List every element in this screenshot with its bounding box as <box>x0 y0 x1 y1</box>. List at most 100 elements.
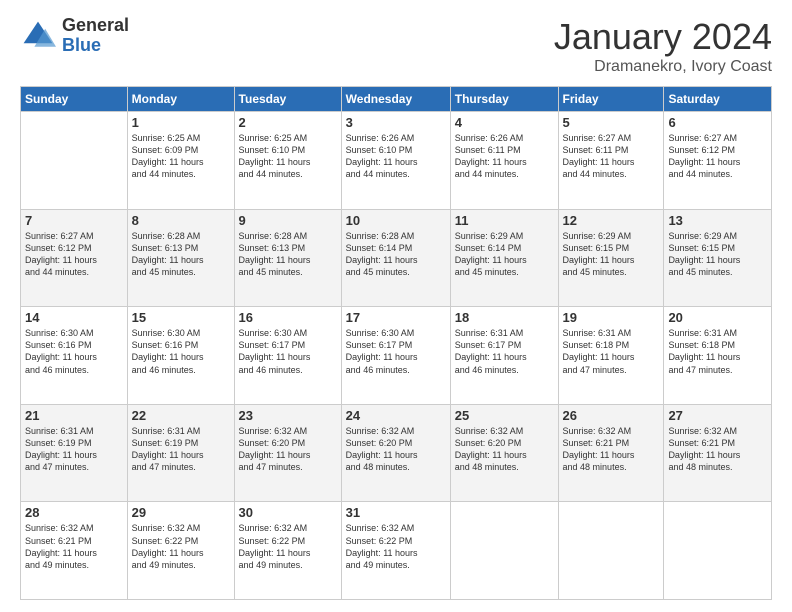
day-number: 24 <box>346 408 446 423</box>
day-cell: 23 Sunrise: 6:32 AMSunset: 6:20 PMDayligh… <box>234 404 341 502</box>
day-number: 19 <box>563 310 660 325</box>
day-info: Sunrise: 6:29 AMSunset: 6:15 PMDaylight:… <box>668 230 767 279</box>
day-number: 6 <box>668 115 767 130</box>
day-cell: 9 Sunrise: 6:28 AMSunset: 6:13 PMDaylight… <box>234 209 341 307</box>
day-number: 22 <box>132 408 230 423</box>
day-number: 18 <box>455 310 554 325</box>
calendar-header: SundayMondayTuesdayWednesdayThursdayFrid… <box>21 87 772 112</box>
day-cell: 15 Sunrise: 6:30 AMSunset: 6:16 PMDayligh… <box>127 307 234 405</box>
day-info: Sunrise: 6:29 AMSunset: 6:14 PMDaylight:… <box>455 230 554 279</box>
title-block: January 2024 Dramanekro, Ivory Coast <box>554 16 772 76</box>
day-number: 21 <box>25 408 123 423</box>
day-cell: 10 Sunrise: 6:28 AMSunset: 6:14 PMDayligh… <box>341 209 450 307</box>
day-cell: 8Sunrise: 6:28 AMSunset: 6:13 PMDaylight… <box>127 209 234 307</box>
day-number: 27 <box>668 408 767 423</box>
day-info: Sunrise: 6:32 AMSunset: 6:20 PMDaylight:… <box>455 425 554 474</box>
header-cell-wednesday: Wednesday <box>341 87 450 112</box>
day-cell: 29Sunrise: 6:32 AMSunset: 6:22 PMDayligh… <box>127 502 234 600</box>
day-cell: 16Sunrise: 6:30 AMSunset: 6:17 PMDayligh… <box>234 307 341 405</box>
day-cell <box>558 502 664 600</box>
day-cell: 13 Sunrise: 6:29 AMSunset: 6:15 PMDayligh… <box>664 209 772 307</box>
day-info: Sunrise: 6:32 AMSunset: 6:21 PMDaylight:… <box>668 425 767 474</box>
day-number: 14 <box>25 310 123 325</box>
day-info: Sunrise: 6:32 AMSunset: 6:20 PMDaylight:… <box>239 425 337 474</box>
logo: General Blue <box>20 16 129 56</box>
header-cell-monday: Monday <box>127 87 234 112</box>
day-cell: 30Sunrise: 6:32 AMSunset: 6:22 PMDayligh… <box>234 502 341 600</box>
logo-text: General Blue <box>62 16 129 56</box>
day-info: Sunrise: 6:31 AMSunset: 6:18 PMDaylight:… <box>563 327 660 376</box>
day-cell: 28Sunrise: 6:32 AMSunset: 6:21 PMDayligh… <box>21 502 128 600</box>
day-info: Sunrise: 6:25 AMSunset: 6:10 PMDaylight:… <box>239 132 337 181</box>
day-number: 4 <box>455 115 554 130</box>
day-number: 29 <box>132 505 230 520</box>
day-cell: 18 Sunrise: 6:31 AMSunset: 6:17 PMDayligh… <box>450 307 558 405</box>
day-cell <box>664 502 772 600</box>
day-info: Sunrise: 6:28 AMSunset: 6:13 PMDaylight:… <box>239 230 337 279</box>
week-row-3: 14 Sunrise: 6:30 AMSunset: 6:16 PMDayligh… <box>21 307 772 405</box>
day-cell: 2 Sunrise: 6:25 AMSunset: 6:10 PMDaylight… <box>234 112 341 210</box>
week-row-5: 28Sunrise: 6:32 AMSunset: 6:21 PMDayligh… <box>21 502 772 600</box>
day-info: Sunrise: 6:32 AMSunset: 6:22 PMDaylight:… <box>346 522 446 571</box>
week-row-2: 7Sunrise: 6:27 AMSunset: 6:12 PMDaylight… <box>21 209 772 307</box>
day-cell: 27 Sunrise: 6:32 AMSunset: 6:21 PMDayligh… <box>664 404 772 502</box>
header-row: SundayMondayTuesdayWednesdayThursdayFrid… <box>21 87 772 112</box>
day-number: 2 <box>239 115 337 130</box>
calendar-table: SundayMondayTuesdayWednesdayThursdayFrid… <box>20 86 772 600</box>
day-number: 10 <box>346 213 446 228</box>
day-cell: 17Sunrise: 6:30 AMSunset: 6:17 PMDayligh… <box>341 307 450 405</box>
day-info: Sunrise: 6:27 AMSunset: 6:12 PMDaylight:… <box>668 132 767 181</box>
month-title: January 2024 <box>554 16 772 58</box>
day-cell: 6 Sunrise: 6:27 AMSunset: 6:12 PMDaylight… <box>664 112 772 210</box>
day-info: Sunrise: 6:31 AMSunset: 6:17 PMDaylight:… <box>455 327 554 376</box>
subtitle: Dramanekro, Ivory Coast <box>554 58 772 76</box>
header-cell-sunday: Sunday <box>21 87 128 112</box>
day-info: Sunrise: 6:25 AMSunset: 6:09 PMDaylight:… <box>132 132 230 181</box>
day-number: 25 <box>455 408 554 423</box>
day-number: 31 <box>346 505 446 520</box>
logo-blue: Blue <box>62 36 129 56</box>
day-number: 5 <box>563 115 660 130</box>
day-cell: 21 Sunrise: 6:31 AMSunset: 6:19 PMDayligh… <box>21 404 128 502</box>
day-number: 30 <box>239 505 337 520</box>
day-info: Sunrise: 6:27 AMSunset: 6:12 PMDaylight:… <box>25 230 123 279</box>
day-cell: 26 Sunrise: 6:32 AMSunset: 6:21 PMDayligh… <box>558 404 664 502</box>
day-number: 1 <box>132 115 230 130</box>
day-number: 8 <box>132 213 230 228</box>
day-info: Sunrise: 6:30 AMSunset: 6:17 PMDaylight:… <box>346 327 446 376</box>
day-info: Sunrise: 6:30 AMSunset: 6:17 PMDaylight:… <box>239 327 337 376</box>
day-number: 3 <box>346 115 446 130</box>
day-info: Sunrise: 6:32 AMSunset: 6:21 PMDaylight:… <box>563 425 660 474</box>
day-number: 15 <box>132 310 230 325</box>
week-row-1: 1 Sunrise: 6:25 AMSunset: 6:09 PMDaylight… <box>21 112 772 210</box>
day-number: 9 <box>239 213 337 228</box>
day-cell: 19 Sunrise: 6:31 AMSunset: 6:18 PMDayligh… <box>558 307 664 405</box>
day-info: Sunrise: 6:31 AMSunset: 6:19 PMDaylight:… <box>132 425 230 474</box>
day-cell: 7Sunrise: 6:27 AMSunset: 6:12 PMDaylight… <box>21 209 128 307</box>
day-cell <box>450 502 558 600</box>
day-info: Sunrise: 6:28 AMSunset: 6:14 PMDaylight:… <box>346 230 446 279</box>
day-cell: 31 Sunrise: 6:32 AMSunset: 6:22 PMDayligh… <box>341 502 450 600</box>
day-info: Sunrise: 6:30 AMSunset: 6:16 PMDaylight:… <box>25 327 123 376</box>
day-info: Sunrise: 6:30 AMSunset: 6:16 PMDaylight:… <box>132 327 230 376</box>
day-cell: 22 Sunrise: 6:31 AMSunset: 6:19 PMDayligh… <box>127 404 234 502</box>
day-cell: 11Sunrise: 6:29 AMSunset: 6:14 PMDayligh… <box>450 209 558 307</box>
day-number: 23 <box>239 408 337 423</box>
day-number: 26 <box>563 408 660 423</box>
day-number: 13 <box>668 213 767 228</box>
day-number: 28 <box>25 505 123 520</box>
day-cell: 25 Sunrise: 6:32 AMSunset: 6:20 PMDayligh… <box>450 404 558 502</box>
header-cell-friday: Friday <box>558 87 664 112</box>
day-info: Sunrise: 6:29 AMSunset: 6:15 PMDaylight:… <box>563 230 660 279</box>
day-info: Sunrise: 6:32 AMSunset: 6:20 PMDaylight:… <box>346 425 446 474</box>
day-cell: 20Sunrise: 6:31 AMSunset: 6:18 PMDayligh… <box>664 307 772 405</box>
day-info: Sunrise: 6:26 AMSunset: 6:10 PMDaylight:… <box>346 132 446 181</box>
header-cell-saturday: Saturday <box>664 87 772 112</box>
page: General Blue January 2024 Dramanekro, Iv… <box>0 0 792 612</box>
header-cell-thursday: Thursday <box>450 87 558 112</box>
day-info: Sunrise: 6:31 AMSunset: 6:19 PMDaylight:… <box>25 425 123 474</box>
day-cell: 24 Sunrise: 6:32 AMSunset: 6:20 PMDayligh… <box>341 404 450 502</box>
day-cell: 5Sunrise: 6:27 AMSunset: 6:11 PMDaylight… <box>558 112 664 210</box>
week-row-4: 21 Sunrise: 6:31 AMSunset: 6:19 PMDayligh… <box>21 404 772 502</box>
header-cell-tuesday: Tuesday <box>234 87 341 112</box>
